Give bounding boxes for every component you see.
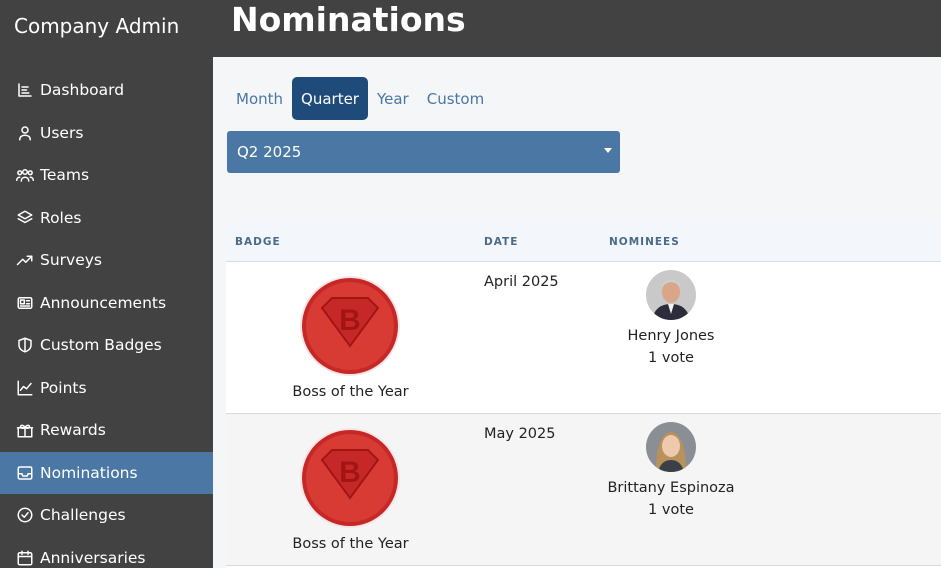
column-header-date[interactable]: DATE xyxy=(484,236,518,248)
nomination-date: April 2025 xyxy=(484,274,559,290)
period-tabs: Month Quarter Year Custom xyxy=(227,77,493,120)
trend-icon xyxy=(15,250,35,270)
avatar xyxy=(646,422,696,472)
sidebar-item-label: Custom Badges xyxy=(40,336,162,355)
brand-title: Company Admin xyxy=(14,14,180,38)
avatar xyxy=(646,270,696,320)
sidebar-item-dashboard[interactable]: Dashboard xyxy=(0,69,213,112)
sidebar-item-label: Rewards xyxy=(40,421,106,440)
layers-icon xyxy=(15,208,35,228)
main-content: Month Quarter Year Custom Q2 2025 BADGE … xyxy=(213,57,941,568)
sidebar-item-users[interactable]: Users xyxy=(0,112,213,155)
check-circle-icon xyxy=(15,505,35,525)
badge-name: Boss of the Year xyxy=(292,536,409,552)
sidebar-item-label: Surveys xyxy=(40,251,102,270)
sidebar-item-roles[interactable]: Roles xyxy=(0,197,213,240)
badge-name: Boss of the Year xyxy=(292,384,409,400)
sidebar-item-label: Challenges xyxy=(40,506,126,525)
nominee[interactable]: Henry Jones 1 vote xyxy=(596,270,746,366)
user-icon xyxy=(15,123,35,143)
sidebar-item-teams[interactable]: Teams xyxy=(0,154,213,197)
sidebar-nav: Dashboard Users Teams Roles Surveys Anno… xyxy=(0,69,213,568)
sidebar-item-label: Announcements xyxy=(40,293,167,312)
superman-badge-icon: B xyxy=(300,428,400,528)
shield-icon xyxy=(15,335,35,355)
gift-icon xyxy=(15,420,35,440)
table-row[interactable]: B Boss of the Year May 2025 Brittany Esp… xyxy=(226,414,941,566)
nominations-table: BADGE DATE NOMINEES B Boss of the Year A… xyxy=(226,222,941,568)
superman-badge-icon: B xyxy=(300,276,400,376)
sidebar-item-label: Points xyxy=(40,378,87,397)
nomination-date: May 2025 xyxy=(484,426,556,442)
page-header: Nominations xyxy=(213,0,941,57)
period-select[interactable]: Q2 2025 xyxy=(227,131,620,173)
column-header-nominees[interactable]: NOMINEES xyxy=(609,236,680,248)
svg-text:B: B xyxy=(339,304,361,337)
table-row[interactable]: B Boss of the Year April 2025 Henry Jone… xyxy=(226,262,941,414)
sidebar: Company Admin Dashboard Users Teams Role… xyxy=(0,0,213,568)
sidebar-item-label: Anniversaries xyxy=(40,548,146,567)
sidebar-item-label: Dashboard xyxy=(40,81,125,100)
sidebar-item-label: Teams xyxy=(40,166,90,185)
page-title: Nominations xyxy=(231,0,466,39)
vote-count: 1 vote xyxy=(648,502,694,518)
sidebar-item-surveys[interactable]: Surveys xyxy=(0,239,213,282)
calendar-icon xyxy=(15,548,35,568)
sidebar-item-label: Nominations xyxy=(40,463,138,482)
chart-line-icon xyxy=(15,378,35,398)
caret-down-icon xyxy=(604,148,612,153)
vote-count: 1 vote xyxy=(648,350,694,366)
period-select-value: Q2 2025 xyxy=(237,143,302,161)
sidebar-item-announcements[interactable]: Announcements xyxy=(0,282,213,325)
tab-month[interactable]: Month xyxy=(227,77,292,120)
column-header-badge[interactable]: BADGE xyxy=(235,236,281,248)
table-header: BADGE DATE NOMINEES xyxy=(226,222,941,262)
nominee[interactable]: Brittany Espinoza 1 vote xyxy=(596,422,746,518)
dashboard-icon xyxy=(15,80,35,100)
nominee-name: Henry Jones xyxy=(627,328,715,344)
sidebar-item-custom-badges[interactable]: Custom Badges xyxy=(0,324,213,367)
tab-custom[interactable]: Custom xyxy=(418,77,493,120)
sidebar-item-label: Roles xyxy=(40,208,82,227)
tab-year[interactable]: Year xyxy=(368,77,418,120)
nominee-name: Brittany Espinoza xyxy=(607,480,735,496)
sidebar-item-nominations[interactable]: Nominations xyxy=(0,451,213,494)
sidebar-item-label: Users xyxy=(40,123,84,142)
teams-icon xyxy=(15,165,35,185)
inbox-icon xyxy=(15,463,35,483)
sidebar-item-challenges[interactable]: Challenges xyxy=(0,494,213,537)
sidebar-item-points[interactable]: Points xyxy=(0,367,213,410)
svg-text:B: B xyxy=(339,456,361,489)
sidebar-item-rewards[interactable]: Rewards xyxy=(0,409,213,452)
tab-quarter[interactable]: Quarter xyxy=(292,77,368,120)
newspaper-icon xyxy=(15,293,35,313)
sidebar-item-anniversaries[interactable]: Anniversaries xyxy=(0,537,213,568)
